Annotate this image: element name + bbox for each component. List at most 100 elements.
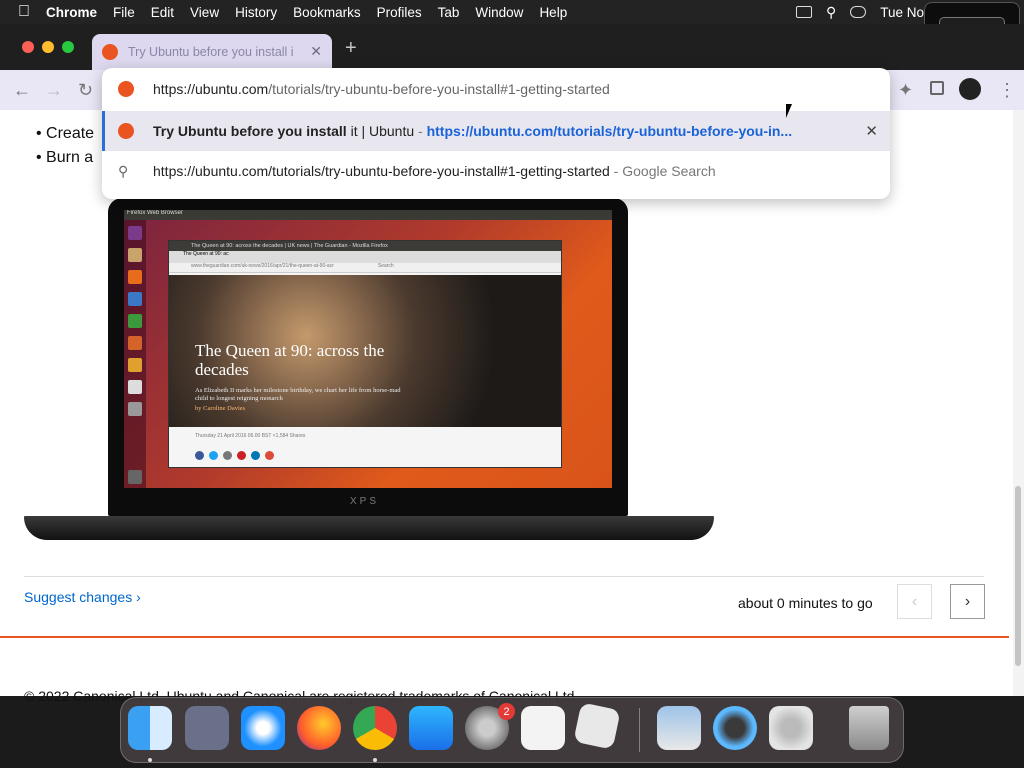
linkedin-icon bbox=[251, 451, 260, 460]
menu-bookmarks[interactable]: Bookmarks bbox=[285, 5, 369, 20]
googleplus-icon bbox=[265, 451, 274, 460]
search-suffix: - Google Search bbox=[609, 163, 716, 179]
spotlight-search-icon[interactable]: ⚲ bbox=[826, 4, 836, 21]
article-headline: The Queen at 90: across the decades bbox=[195, 341, 385, 379]
suggestion-search[interactable]: ⚲ https://ubuntu.com/tutorials/try-ubunt… bbox=[102, 151, 890, 191]
side-panel-icon[interactable] bbox=[930, 81, 944, 95]
scrollbar-thumb[interactable] bbox=[1015, 486, 1021, 666]
finder-running-indicator bbox=[148, 758, 152, 762]
ubuntu-icon bbox=[118, 81, 134, 97]
suggestion-title-rest: it | Ubuntu bbox=[346, 123, 415, 139]
next-page-button[interactable]: › bbox=[950, 584, 985, 619]
ubuntu-top-bar: Firefox Web Browser bbox=[124, 210, 612, 220]
settings-icon[interactable] bbox=[769, 706, 813, 750]
clock[interactable]: Tue No bbox=[880, 5, 924, 20]
article-meta: Thursday 21 April 2016 06.00 BST <1,584 … bbox=[195, 433, 306, 439]
bullet-text: Create bbox=[46, 125, 95, 142]
firefox-tab-title: The Queen at 90: ac bbox=[183, 251, 229, 257]
suggestion-text: Try Ubuntu before you install it | Ubunt… bbox=[153, 123, 792, 139]
notification-badge: 2 bbox=[498, 703, 515, 720]
menu-tab[interactable]: Tab bbox=[430, 5, 468, 20]
new-tab-button[interactable]: + bbox=[345, 37, 357, 60]
article-hero-image: The Queen at 90: across the decades As E… bbox=[169, 275, 561, 427]
mouse-cursor-icon bbox=[786, 104, 792, 118]
chevron-right-icon: › bbox=[964, 592, 971, 610]
trash-icon bbox=[128, 470, 142, 484]
control-center-icon[interactable] bbox=[850, 6, 867, 18]
extensions-icon[interactable]: ✦ bbox=[898, 80, 913, 101]
chevron-left-icon: ‹ bbox=[911, 592, 918, 610]
launchpad-icon[interactable] bbox=[185, 706, 229, 750]
bullet-text: Burn a bbox=[46, 149, 94, 166]
minimize-window-button[interactable] bbox=[42, 41, 54, 53]
menu-edit[interactable]: Edit bbox=[143, 5, 182, 20]
tab-active[interactable]: Try Ubuntu before you install i ✕ bbox=[92, 34, 332, 70]
url-path: /tutorials/try-ubuntu-before-you-install… bbox=[268, 81, 610, 97]
files-icon bbox=[128, 248, 142, 262]
read-time: about 0 minutes to go bbox=[738, 595, 873, 611]
list-item: • Create bbox=[36, 125, 95, 142]
menu-view[interactable]: View bbox=[182, 5, 227, 20]
ubuntu-desktop: Firefox Web Browser The Queen at 90: acr… bbox=[124, 210, 612, 488]
footer-divider bbox=[0, 636, 1009, 638]
close-window-button[interactable] bbox=[22, 41, 34, 53]
omnibox-url: https://ubuntu.com/tutorials/try-ubuntu-… bbox=[153, 81, 610, 97]
menu-profiles[interactable]: Profiles bbox=[369, 5, 430, 20]
omnibox-input[interactable]: https://ubuntu.com/tutorials/try-ubuntu-… bbox=[102, 69, 890, 109]
trash-icon[interactable] bbox=[849, 706, 889, 750]
textedit-icon[interactable] bbox=[521, 706, 565, 750]
previous-page-button[interactable]: ‹ bbox=[897, 584, 932, 619]
safari-icon[interactable] bbox=[241, 706, 285, 750]
firefox-icon[interactable] bbox=[297, 706, 341, 750]
menu-history[interactable]: History bbox=[227, 5, 285, 20]
menu-help[interactable]: Help bbox=[531, 5, 575, 20]
back-icon[interactable]: ← bbox=[13, 80, 31, 101]
writer-icon bbox=[128, 292, 142, 306]
forward-icon[interactable]: → bbox=[45, 80, 63, 101]
reload-icon[interactable]: ↻ bbox=[78, 80, 93, 101]
omnibox-dropdown: https://ubuntu.com/tutorials/try-ubuntu-… bbox=[102, 68, 890, 199]
divider bbox=[24, 576, 984, 577]
more-menu-icon[interactable]: ⋮ bbox=[998, 80, 1016, 101]
quicktime-icon[interactable] bbox=[713, 706, 757, 750]
remove-suggestion-icon[interactable]: ✕ bbox=[865, 122, 878, 140]
laptop-base bbox=[24, 516, 714, 540]
maximize-window-button[interactable] bbox=[62, 41, 74, 53]
screen-mirroring-icon[interactable] bbox=[795, 6, 812, 18]
laptop-screenshot-image: Firefox Web Browser The Queen at 90: acr… bbox=[24, 198, 714, 543]
calc-icon bbox=[128, 314, 142, 328]
ubuntu-icon bbox=[102, 44, 118, 60]
suggestion-separator: - bbox=[414, 123, 427, 139]
software-icon bbox=[128, 358, 142, 372]
suggestion-history[interactable]: Try Ubuntu before you install it | Ubunt… bbox=[102, 111, 890, 151]
menu-bar:  Chrome File Edit View History Bookmark… bbox=[0, 0, 1024, 24]
close-tab-icon[interactable]: ✕ bbox=[310, 43, 322, 60]
chrome-running-indicator bbox=[373, 758, 377, 762]
apple-icon[interactable]:  bbox=[0, 3, 38, 21]
email-icon bbox=[223, 451, 232, 460]
suggest-changes-link[interactable]: Suggest changes › bbox=[24, 589, 141, 605]
finder-icon[interactable] bbox=[128, 706, 172, 750]
article-byline: by Caroline Davies bbox=[195, 405, 246, 412]
ubuntu-icon bbox=[118, 123, 134, 139]
profile-icon[interactable] bbox=[959, 78, 981, 100]
firefox-window: The Queen at 90: across the decades | UK… bbox=[168, 240, 562, 468]
dash-icon bbox=[128, 226, 142, 240]
suggestion-link: https://ubuntu.com/tutorials/try-ubuntu-… bbox=[426, 123, 793, 139]
firefox-tab: The Queen at 90: ac bbox=[169, 251, 561, 263]
menu-window[interactable]: Window bbox=[467, 5, 531, 20]
menu-file[interactable]: File bbox=[105, 5, 143, 20]
app-store-icon[interactable] bbox=[409, 706, 453, 750]
suggestion-search-text: https://ubuntu.com/tutorials/try-ubuntu-… bbox=[153, 163, 716, 179]
firefox-url-bar: www.theguardian.com/uk-news/2016/apr/21/… bbox=[169, 263, 561, 273]
tab-title: Try Ubuntu before you install i bbox=[128, 45, 294, 59]
preview-icon[interactable] bbox=[657, 706, 701, 750]
menu-app-name[interactable]: Chrome bbox=[38, 5, 105, 20]
dock-separator bbox=[639, 708, 640, 752]
twitter-icon bbox=[209, 451, 218, 460]
amazon-icon bbox=[128, 380, 142, 394]
ubuntu-launcher bbox=[124, 220, 146, 488]
chrome-icon[interactable] bbox=[353, 706, 397, 750]
firefox-url-text: www.theguardian.com/uk-news/2016/apr/21/… bbox=[191, 263, 334, 269]
search-icon: ⚲ bbox=[118, 162, 129, 179]
